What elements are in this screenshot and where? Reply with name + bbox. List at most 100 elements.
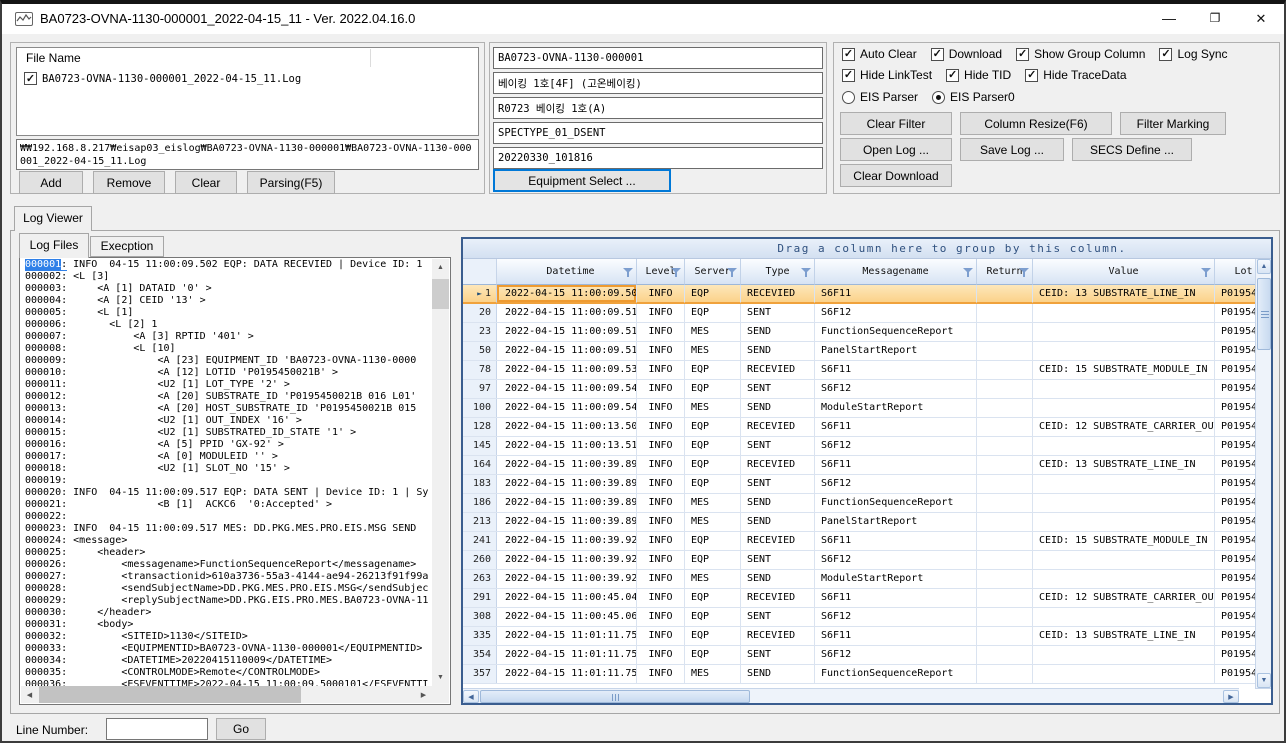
log-line[interactable]: 000030 </header> xyxy=(25,607,432,619)
scroll-up-icon[interactable]: ▲ xyxy=(432,259,449,276)
options-button[interactable]: Clear Filter xyxy=(840,112,952,135)
filter-icon[interactable] xyxy=(727,268,737,277)
log-line[interactable]: 000025 <header> xyxy=(25,547,432,559)
scroll-left-icon[interactable]: ◀ xyxy=(463,690,479,703)
scroll-right-icon[interactable]: ▶ xyxy=(415,686,432,703)
log-line[interactable]: 000015 <U2 [1] SUBSTRATED_ID_STATE '1' > xyxy=(25,427,432,439)
grid-header-datetime[interactable]: Datetime xyxy=(497,259,637,285)
equipment-select-button[interactable]: Equipment Select ... xyxy=(493,169,671,192)
log-line[interactable]: 000029 <replySubjectName>DD.PKG.EIS.PRO.… xyxy=(25,595,432,607)
log-line[interactable]: 000002 <L [3] xyxy=(25,271,432,283)
table-row[interactable]: ►128 2022-04-15 11:00:13.502 INFO EQP RE… xyxy=(463,418,1255,437)
scroll-left-icon[interactable]: ◀ xyxy=(21,686,38,703)
log-vertical-scrollbar[interactable]: ▲ ▼ xyxy=(432,259,449,686)
table-row[interactable]: ►354 2022-04-15 11:01:11.756 INFO EQP SE… xyxy=(463,646,1255,665)
log-line[interactable]: 000035 <CONTROLMODE>Remote</CONTROLMODE> xyxy=(25,667,432,679)
log-line[interactable]: 000033 <EQUIPMENTID>BA0723-OVNA-1130-000… xyxy=(25,643,432,655)
minimize-button[interactable]: — xyxy=(1146,4,1192,33)
table-row[interactable]: ►335 2022-04-15 11:01:11.756 INFO EQP RE… xyxy=(463,627,1255,646)
grid-header-server[interactable]: Server xyxy=(685,259,741,285)
log-line[interactable]: 000008 <L [10] xyxy=(25,343,432,355)
log-line[interactable]: 000027 <transactionid>610a3736-55a3-4144… xyxy=(25,571,432,583)
log-vscroll-thumb[interactable] xyxy=(432,279,449,309)
log-lines[interactable]: 000001 INFO 04-15 11:00:09.502 EQP: DATA… xyxy=(21,259,432,686)
scroll-right-icon[interactable]: ▶ xyxy=(1223,690,1239,703)
options-button[interactable]: Save Log ... xyxy=(960,138,1064,161)
file-path-box[interactable]: ₩₩192.168.8.217₩eisap03_eislog₩BA0723-OV… xyxy=(16,139,479,170)
tab-log-viewer[interactable]: Log Viewer xyxy=(14,206,92,231)
table-row[interactable]: ►260 2022-04-15 11:00:39.924 INFO EQP SE… xyxy=(463,551,1255,570)
maximize-button[interactable]: ❐ xyxy=(1192,4,1238,33)
filter-icon[interactable] xyxy=(801,268,811,277)
table-row[interactable]: ►1 2022-04-15 11:00:09.502 INFO EQP RECE… xyxy=(463,285,1255,304)
filter-icon[interactable] xyxy=(1019,268,1029,277)
option-checkbox[interactable]: Hide LinkTest xyxy=(842,68,932,82)
table-row[interactable]: ►263 2022-04-15 11:00:39.924 INFO MES SE… xyxy=(463,570,1255,589)
log-line[interactable]: 000020 INFO 04-15 11:00:09.517 EQP: DATA… xyxy=(25,487,432,499)
scroll-up-icon[interactable]: ▲ xyxy=(1257,259,1271,274)
grid-group-bar[interactable]: Drag a column here to group by this colu… xyxy=(463,239,1271,259)
log-horizontal-scrollbar[interactable]: ◀ ▶ xyxy=(21,686,432,703)
table-row[interactable]: ►23 2022-04-15 11:00:09.517 INFO MES SEN… xyxy=(463,323,1255,342)
log-line[interactable]: 000028 <sendSubjectName>DD.PKG.MES.PRO.E… xyxy=(25,583,432,595)
table-row[interactable]: ►213 2022-04-15 11:00:39.892 INFO MES SE… xyxy=(463,513,1255,532)
log-line[interactable]: 000011 <U2 [1] LOT_TYPE '2' > xyxy=(25,379,432,391)
log-line[interactable]: 000017 <A [0] MODULEID '' > xyxy=(25,451,432,463)
grid-header-value[interactable]: Value xyxy=(1033,259,1215,285)
log-line[interactable]: 000006 <L [2] 1 xyxy=(25,319,432,331)
table-row[interactable]: ►78 2022-04-15 11:00:09.533 INFO EQP REC… xyxy=(463,361,1255,380)
option-checkbox[interactable]: Download xyxy=(931,47,1002,61)
option-checkbox[interactable]: Auto Clear xyxy=(842,47,917,61)
spec-type-field[interactable] xyxy=(493,122,823,144)
grid-vertical-scrollbar[interactable]: ▲ ▼ xyxy=(1255,259,1271,688)
parser-radio[interactable]: EIS Parser0 xyxy=(932,90,1015,104)
equipment-id-field[interactable] xyxy=(493,47,823,69)
file-action-button[interactable]: Clear xyxy=(175,171,237,194)
log-line[interactable]: 000021 <B [1] ACKC6 '0:Accepted' > xyxy=(25,499,432,511)
filter-icon[interactable] xyxy=(1201,268,1211,277)
log-line[interactable]: 000016 <A [5] PPID 'GX-92' > xyxy=(25,439,432,451)
log-line[interactable]: 000026 <messagename>FunctionSequenceRepo… xyxy=(25,559,432,571)
file-action-button[interactable]: Remove xyxy=(93,171,165,194)
table-row[interactable]: ►241 2022-04-15 11:00:39.924 INFO EQP RE… xyxy=(463,532,1255,551)
table-row[interactable]: ►164 2022-04-15 11:00:39.892 INFO EQP RE… xyxy=(463,456,1255,475)
log-line[interactable]: 000031 <body> xyxy=(25,619,432,631)
grid-header-type[interactable]: Type xyxy=(741,259,815,285)
file-checkbox-icon[interactable] xyxy=(24,72,37,85)
log-line[interactable]: 000032 <SITEID>1130</SITEID> xyxy=(25,631,432,643)
table-row[interactable]: ►97 2022-04-15 11:00:09.548 INFO EQP SEN… xyxy=(463,380,1255,399)
log-line[interactable]: 000019 xyxy=(25,475,432,487)
close-button[interactable]: ✕ xyxy=(1238,4,1284,33)
file-action-button[interactable]: Add xyxy=(19,171,83,194)
file-list-header[interactable]: File Name xyxy=(17,48,478,68)
log-line[interactable]: 000022 xyxy=(25,511,432,523)
option-checkbox[interactable]: Hide TraceData xyxy=(1025,68,1126,82)
options-button[interactable]: Filter Marking xyxy=(1120,112,1226,135)
grid-header-return[interactable]: Return xyxy=(977,259,1033,285)
file-list[interactable]: File Name BA0723-OVNA-1130-000001_2022-0… xyxy=(16,47,479,136)
log-line[interactable]: 000018 <U2 [1] SLOT_NO '15' > xyxy=(25,463,432,475)
table-row[interactable]: ►145 2022-04-15 11:00:13.517 INFO EQP SE… xyxy=(463,437,1255,456)
log-line[interactable]: 000023 INFO 04-15 11:00:09.517 MES: DD.P… xyxy=(25,523,432,535)
options-button[interactable]: Column Resize(F6) xyxy=(960,112,1112,135)
scroll-down-icon[interactable]: ▼ xyxy=(432,669,449,686)
table-row[interactable]: ►50 2022-04-15 11:00:09.517 INFO MES SEN… xyxy=(463,342,1255,361)
table-row[interactable]: ►357 2022-04-15 11:01:11.756 INFO MES SE… xyxy=(463,665,1255,684)
log-line[interactable]: 000010 <A [12] LOTID 'P0195450021B' > xyxy=(25,367,432,379)
log-line[interactable]: 000036 <ESEVENTTIME>2022-04-15 11:00:09.… xyxy=(25,679,432,686)
scroll-down-icon[interactable]: ▼ xyxy=(1257,673,1271,688)
spec-date-field[interactable] xyxy=(493,147,823,169)
filter-icon[interactable] xyxy=(623,268,633,277)
table-row[interactable]: ►100 2022-04-15 11:00:09.548 INFO MES SE… xyxy=(463,399,1255,418)
log-line[interactable]: 000024 <message> xyxy=(25,535,432,547)
file-action-button[interactable]: Parsing(F5) xyxy=(247,171,335,194)
option-checkbox[interactable]: Log Sync xyxy=(1159,47,1227,61)
table-row[interactable]: ►186 2022-04-15 11:00:39.892 INFO MES SE… xyxy=(463,494,1255,513)
log-hscroll-thumb[interactable] xyxy=(39,686,301,703)
go-button[interactable]: Go xyxy=(216,718,266,740)
parser-radio[interactable]: EIS Parser xyxy=(842,90,918,104)
grid-horizontal-scrollbar[interactable]: ◀ ▶ xyxy=(463,688,1239,703)
table-row[interactable]: ►291 2022-04-15 11:00:45.049 INFO EQP RE… xyxy=(463,589,1255,608)
log-line[interactable]: 000013 <A [20] HOST_SUBSTRATE_ID 'P01954… xyxy=(25,403,432,415)
equipment-name-field[interactable] xyxy=(493,72,823,94)
